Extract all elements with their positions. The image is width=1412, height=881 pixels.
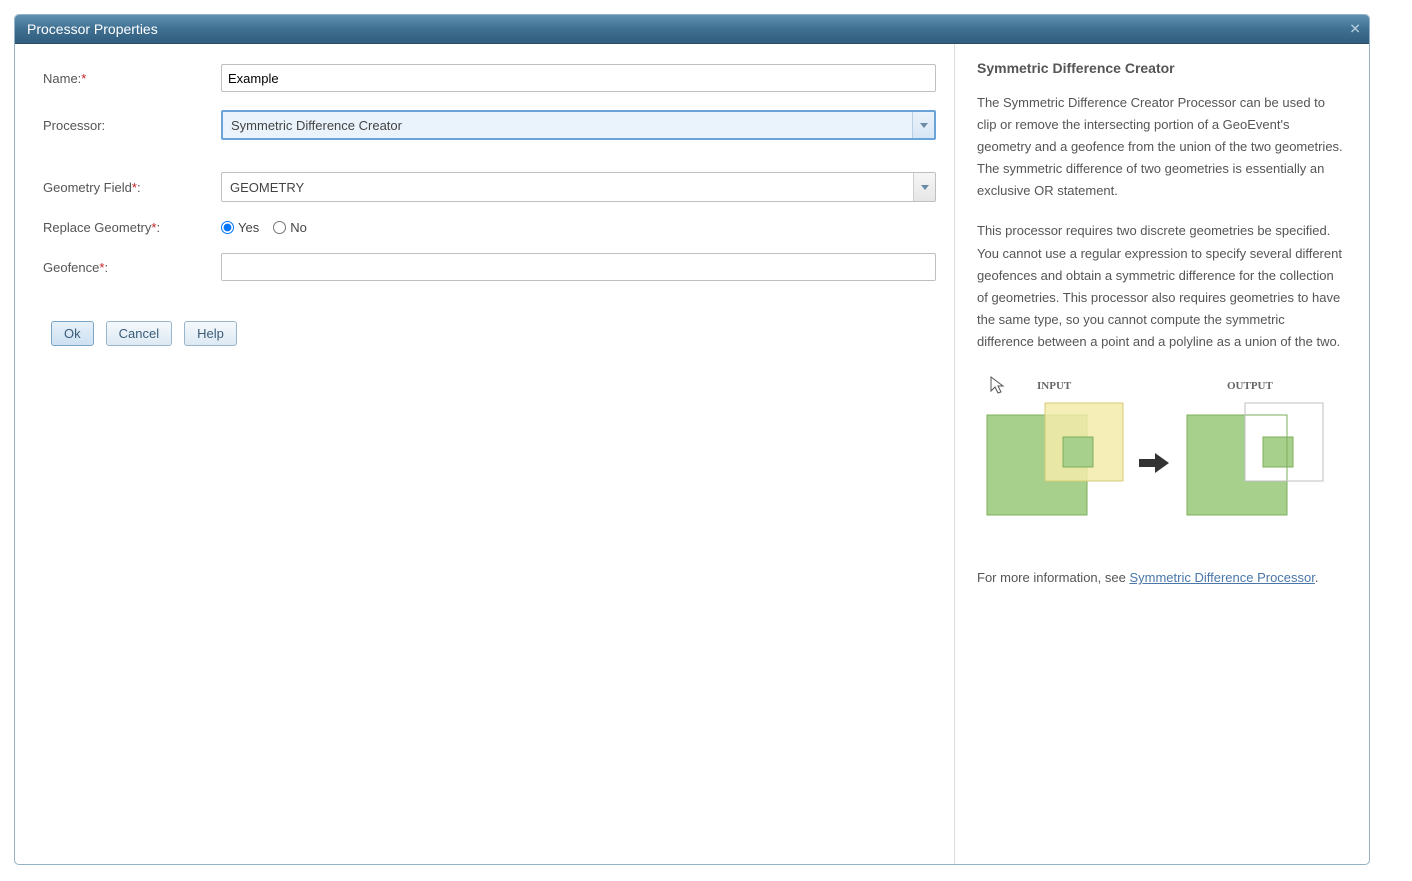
symmetric-difference-diagram: INPUT OUTPUT bbox=[977, 371, 1327, 541]
row-geometry-field: Geometry Field*: GEOMETRY bbox=[43, 172, 936, 202]
help-more-info: For more information, see Symmetric Diff… bbox=[977, 567, 1345, 589]
cancel-button[interactable]: Cancel bbox=[106, 321, 172, 346]
ok-button[interactable]: Ok bbox=[51, 321, 94, 346]
replace-yes-option[interactable]: Yes bbox=[221, 220, 259, 235]
processor-select[interactable]: Symmetric Difference Creator bbox=[221, 110, 936, 140]
replace-no-radio[interactable] bbox=[273, 221, 286, 234]
chevron-down-icon bbox=[920, 123, 928, 128]
geometry-field-select[interactable]: GEOMETRY bbox=[221, 172, 936, 202]
geometry-field-value: GEOMETRY bbox=[222, 173, 913, 201]
input-shapes bbox=[987, 403, 1123, 515]
row-replace-geometry: Replace Geometry*: Yes No bbox=[43, 220, 936, 235]
output-shapes bbox=[1187, 403, 1323, 515]
help-title: Symmetric Difference Creator bbox=[977, 60, 1345, 76]
dialog-titlebar: Processor Properties ✕ bbox=[15, 15, 1369, 44]
dialog-body: Name:* Processor: Symmetric Difference C… bbox=[15, 44, 1369, 864]
form-panel: Name:* Processor: Symmetric Difference C… bbox=[15, 44, 954, 864]
row-geofence: Geofence*: bbox=[43, 253, 936, 281]
arrow-right-icon bbox=[1139, 453, 1169, 473]
row-name: Name:* bbox=[43, 64, 936, 92]
replace-geometry-radios: Yes No bbox=[221, 220, 307, 235]
dialog-title: Processor Properties bbox=[27, 21, 158, 37]
processor-properties-dialog: Processor Properties ✕ Name:* Processor:… bbox=[14, 14, 1370, 865]
geometry-field-trigger[interactable] bbox=[913, 173, 935, 201]
geofence-label: Geofence*: bbox=[43, 260, 221, 275]
help-button[interactable]: Help bbox=[184, 321, 237, 346]
help-panel: Symmetric Difference Creator The Symmetr… bbox=[954, 44, 1369, 864]
row-processor: Processor: Symmetric Difference Creator bbox=[43, 110, 936, 140]
help-link-symmetric-difference[interactable]: Symmetric Difference Processor bbox=[1129, 570, 1314, 585]
cursor-icon bbox=[991, 377, 1003, 393]
processor-select-value: Symmetric Difference Creator bbox=[223, 112, 912, 138]
name-input[interactable] bbox=[221, 64, 936, 92]
geofence-input[interactable] bbox=[221, 253, 936, 281]
name-label: Name:* bbox=[43, 71, 221, 86]
diagram-input-label: INPUT bbox=[1037, 380, 1072, 392]
chevron-down-icon bbox=[921, 185, 929, 190]
processor-label: Processor: bbox=[43, 118, 221, 133]
help-paragraph-2: This processor requires two discrete geo… bbox=[977, 220, 1345, 353]
help-paragraph-1: The Symmetric Difference Creator Process… bbox=[977, 92, 1345, 202]
replace-geometry-label: Replace Geometry*: bbox=[43, 220, 221, 235]
processor-select-trigger[interactable] bbox=[912, 112, 934, 138]
replace-yes-radio[interactable] bbox=[221, 221, 234, 234]
required-marker: * bbox=[81, 71, 86, 86]
diagram-output-label: OUTPUT bbox=[1227, 380, 1274, 392]
geometry-field-label: Geometry Field*: bbox=[43, 180, 221, 195]
close-icon[interactable]: ✕ bbox=[1349, 21, 1361, 38]
replace-no-option[interactable]: No bbox=[273, 220, 307, 235]
button-row: Ok Cancel Help bbox=[51, 321, 936, 346]
help-diagram: INPUT OUTPUT bbox=[977, 371, 1345, 541]
